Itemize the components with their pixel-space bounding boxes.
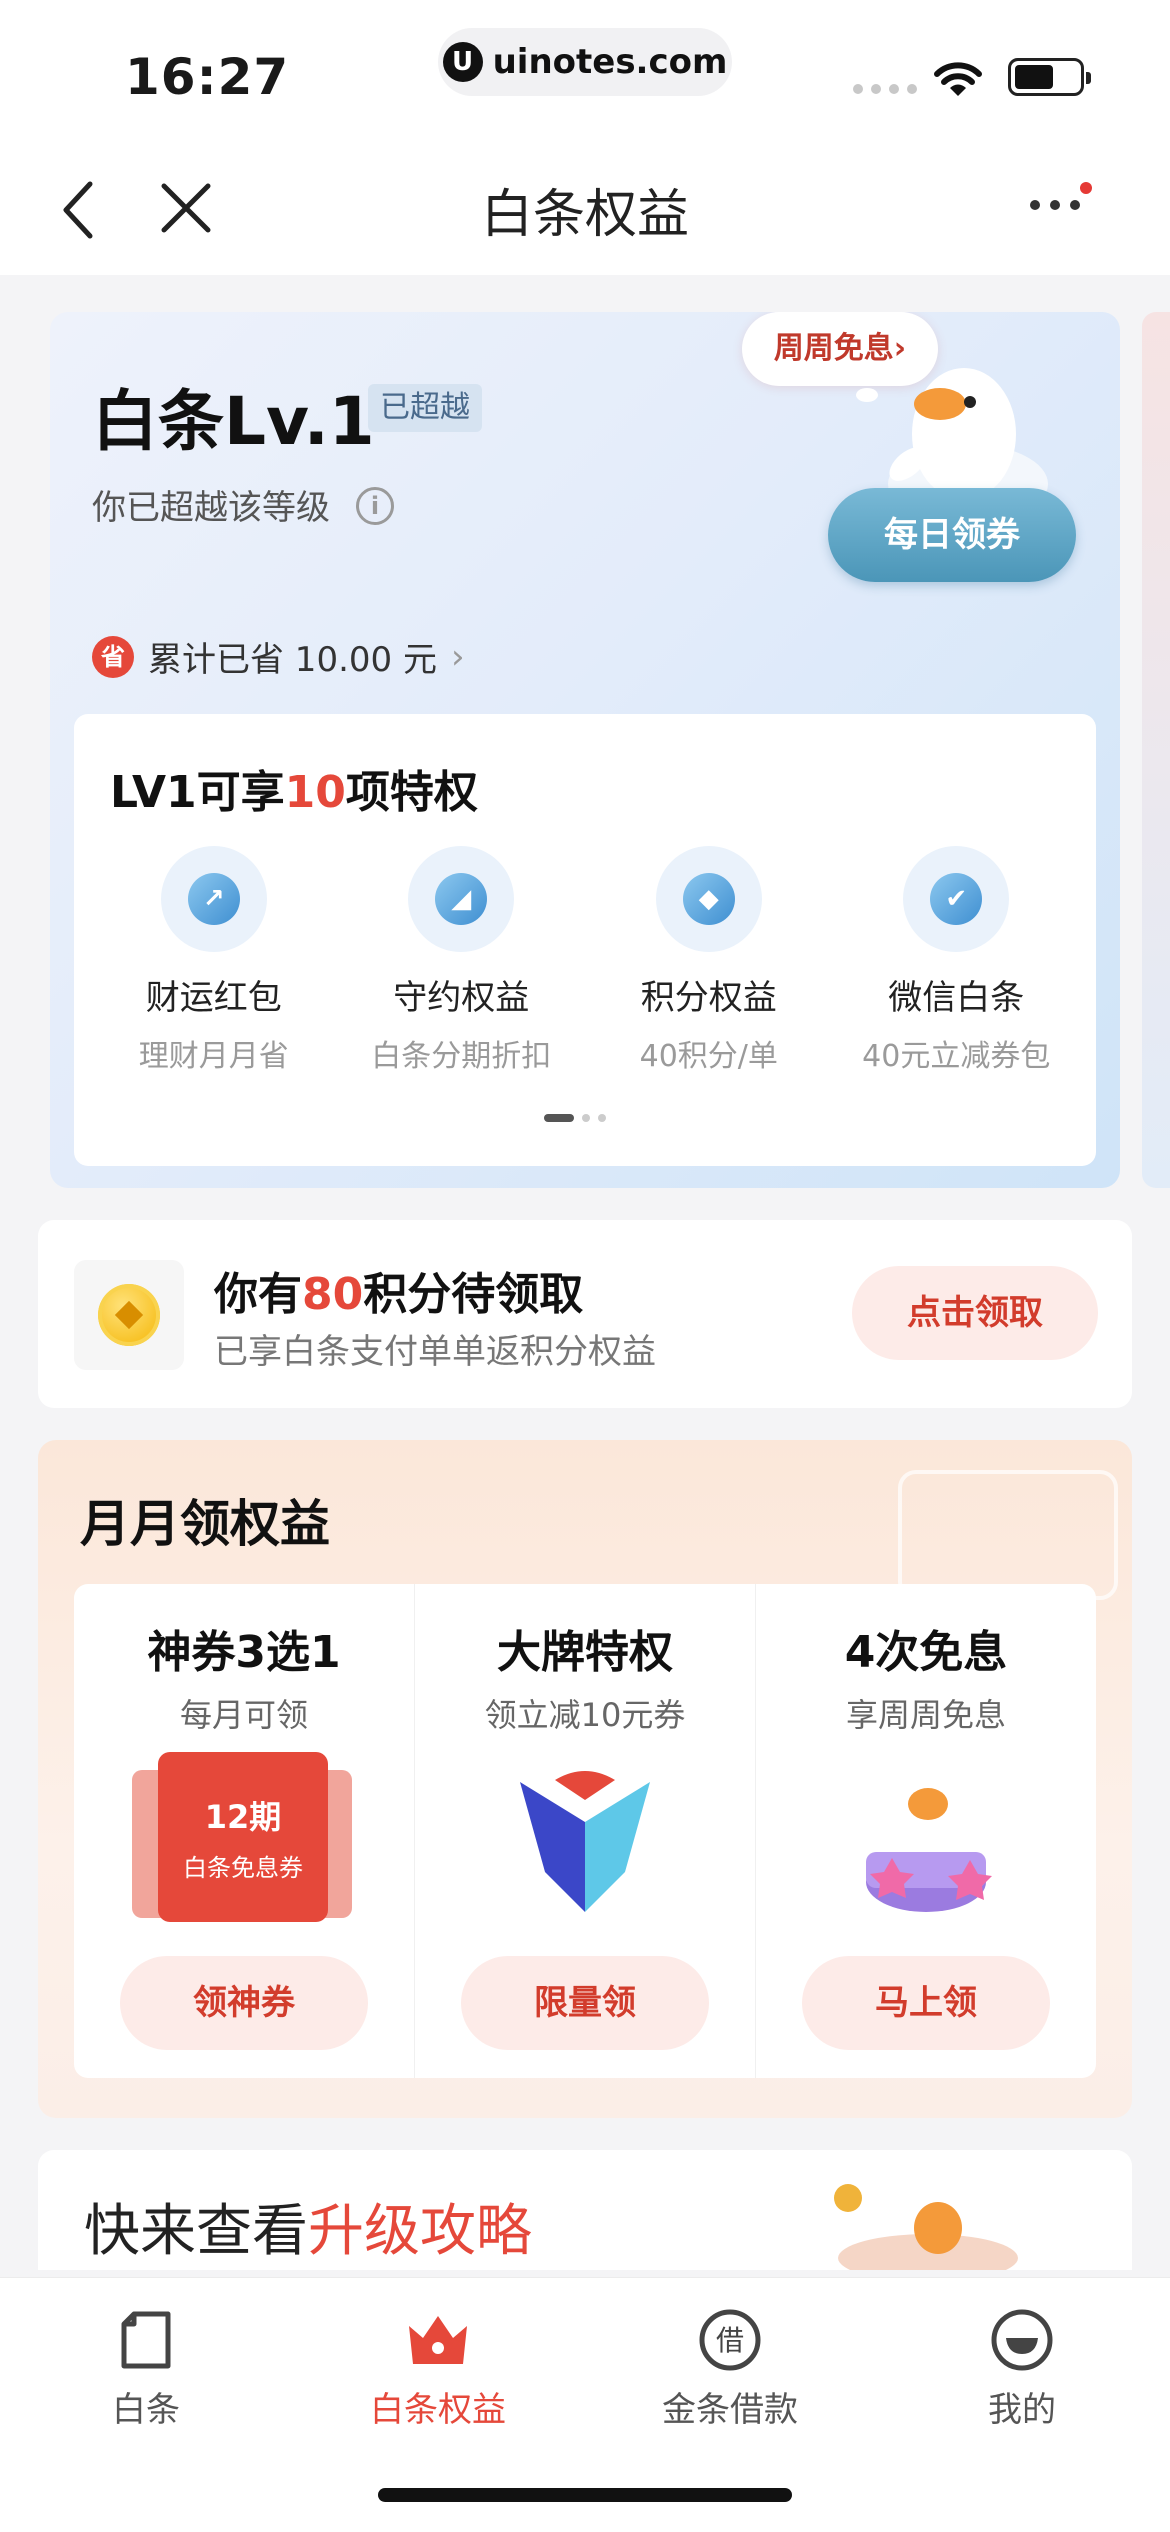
compass-icon: ◢ (408, 846, 515, 952)
next-level-card-peek[interactable] (1142, 312, 1170, 1188)
nav-bar: 白条权益 (0, 140, 1170, 275)
notification-dot (1080, 182, 1092, 194)
privilege-item-wechat[interactable]: ✔ 微信白条 40元立减券包 (836, 846, 1076, 1075)
savings-icon: 省 (92, 635, 134, 678)
level-title: 白条Lv.1 (92, 383, 375, 460)
trend-icon: ↗ (160, 846, 267, 952)
benefit-free-interest[interactable]: 4次免息 享周周免息 马上领 (756, 1584, 1096, 2078)
battery-icon (1008, 58, 1091, 96)
ticket-decoration-icon (898, 1470, 1118, 1600)
crown-icon (292, 2306, 584, 2374)
coupon-icon: 12期 白条免息券 (74, 1752, 414, 1932)
privileges-title: LV1可享10项特权 (110, 767, 478, 818)
brand-logo-icon (415, 1752, 755, 1932)
url-text: uinotes.com (492, 42, 728, 82)
upgrade-title: 快来查看升级攻略 (84, 2199, 532, 2264)
more-icon[interactable] (1030, 200, 1080, 210)
savings-text: 累计已省 10.00 元 (148, 640, 437, 680)
privilege-item-points[interactable]: ◆ 积分权益 40积分/单 (589, 846, 829, 1075)
gift-duck-icon (756, 1752, 1096, 1932)
flying-duck-icon (834, 2184, 1018, 2270)
home-indicator (378, 2488, 792, 2502)
claim-points-button[interactable]: 点击领取 (852, 1266, 1098, 1360)
page-indicator (544, 1114, 606, 1122)
status-time: 16:27 (125, 48, 290, 106)
monthly-title: 月月领权益 (80, 1495, 330, 1553)
monthly-benefits-card: 月月领权益 神券3选1 每月可领 12期 白条免息券 领神券 大牌特权 领立减1… (38, 1440, 1132, 2118)
site-logo-icon: U (442, 42, 483, 82)
borrow-icon: 借 (584, 2306, 876, 2374)
points-title: 你有80积分待领取 (214, 1269, 584, 1320)
check-chat-icon: ✔ (903, 846, 1010, 952)
tab-mine[interactable]: 我的 (876, 2306, 1168, 2431)
claim-now-button[interactable]: 马上领 (802, 1956, 1050, 2050)
savings-row[interactable]: 省 累计已省 10.00 元 › (92, 632, 465, 681)
note-icon (0, 2306, 292, 2374)
privileges-panel: LV1可享10项特权 ↗ 财运红包 理财月月省 ◢ 守约权益 白条分期折扣 ◆ … (74, 714, 1096, 1166)
tab-baitiao[interactable]: 白条 (0, 2306, 292, 2431)
level-status-badge: 已超越 (368, 384, 482, 432)
benefit-coupon-pick[interactable]: 神券3选1 每月可领 12期 白条免息券 领神券 (74, 1584, 415, 2078)
info-icon[interactable]: i (356, 487, 394, 525)
page-title: 白条权益 (480, 185, 689, 245)
signal-icon (853, 84, 917, 94)
get-coupon-button[interactable]: 领神券 (120, 1956, 368, 2050)
tab-loan[interactable]: 借 金条借款 (584, 2306, 876, 2431)
chevron-right-icon: › (450, 636, 465, 677)
privilege-item-fortune[interactable]: ↗ 财运红包 理财月月省 (94, 846, 334, 1075)
benefit-brand-privilege[interactable]: 大牌特权 领立减10元券 限量领 (415, 1584, 756, 2078)
wifi-icon (934, 62, 982, 96)
limited-claim-button[interactable]: 限量领 (461, 1956, 709, 2050)
privilege-item-promise[interactable]: ◢ 守约权益 白条分期折扣 (341, 846, 581, 1075)
coin-icon (74, 1260, 184, 1370)
level-card: 白条Lv.1 已超越 你已超越该等级 i 周周免息› 每日领券 省 累计已省 1… (50, 312, 1120, 1188)
daily-coupon-button[interactable]: 每日领券 (828, 488, 1076, 582)
upgrade-guide-card[interactable]: 快来查看升级攻略 (38, 2150, 1132, 2270)
diamond-chat-icon: ◆ (655, 846, 762, 952)
points-subtitle: 已享白条支付单单返积分权益 (214, 1332, 656, 1372)
svg-text:借: 借 (716, 2324, 744, 2357)
status-bar: 16:27 U uinotes.com (0, 0, 1170, 140)
profile-icon (876, 2306, 1168, 2374)
points-card: 你有80积分待领取 已享白条支付单单返积分权益 点击领取 (38, 1220, 1132, 1408)
level-subtitle: 你已超越该等级 (92, 488, 330, 528)
url-pill[interactable]: U uinotes.com (438, 28, 732, 96)
tab-benefits[interactable]: 白条权益 (292, 2306, 584, 2431)
